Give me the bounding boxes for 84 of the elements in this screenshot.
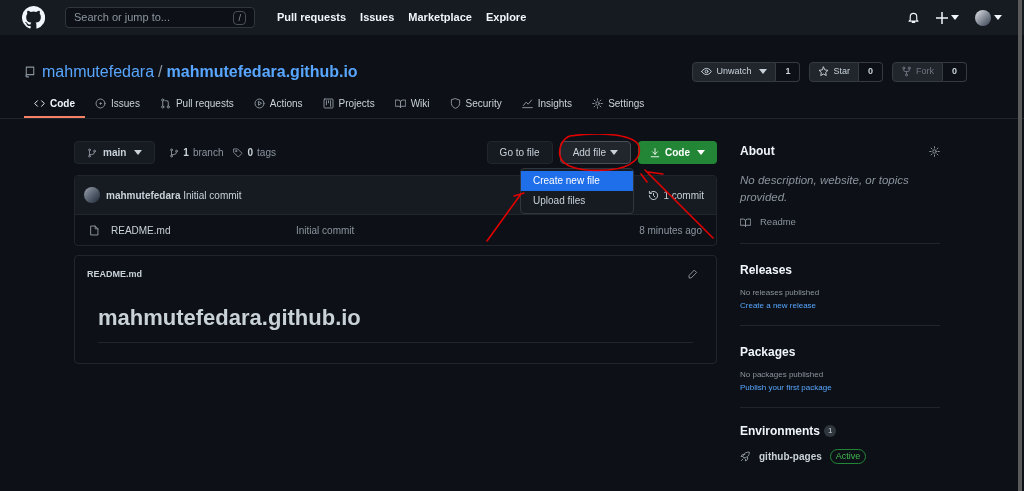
menu-item[interactable]: Upload files <box>521 191 633 211</box>
history-icon <box>648 189 660 201</box>
branch-icon <box>169 147 180 158</box>
nav-link[interactable]: Pull requests <box>277 9 347 26</box>
commit-summary: mahmutefedara Initial commit <box>106 188 242 203</box>
download-icon <box>650 147 660 158</box>
rocket-icon <box>740 451 751 463</box>
branch-icon <box>87 147 97 158</box>
nav-link[interactable]: Marketplace <box>408 9 472 26</box>
book-icon <box>394 97 406 109</box>
repo-owner-link[interactable]: mahmutefedara <box>42 59 155 84</box>
fork-icon <box>901 66 912 77</box>
gear-icon <box>592 97 604 109</box>
go-to-file-button[interactable]: Go to file <box>486 141 553 164</box>
section-title: Environments <box>740 423 820 441</box>
file-name-link[interactable]: README.md <box>111 222 296 238</box>
repo-tab[interactable]: Insights <box>511 90 583 118</box>
repo-action-button[interactable]: Star <box>809 61 859 82</box>
repo-tab[interactable]: Pull requests <box>149 90 244 118</box>
repo-action-count: 0 <box>943 61 967 82</box>
readme-heading: mahmutefedara.github.io <box>98 293 693 343</box>
caret-icon <box>759 69 768 74</box>
section-note: No releases published <box>740 288 821 299</box>
octocat-logo[interactable] <box>22 6 45 29</box>
gear-icon <box>929 145 940 157</box>
tag-icon <box>233 147 244 158</box>
nav-link[interactable]: Issues <box>360 9 395 26</box>
section-link[interactable]: Create a new release <box>740 301 940 312</box>
caret-icon <box>994 15 1002 20</box>
section-title: About <box>740 143 775 160</box>
menu-item[interactable]: Create new file <box>521 171 633 191</box>
environment-link[interactable]: github-pages <box>759 449 822 465</box>
star-icon <box>818 66 830 77</box>
issue-icon <box>95 97 106 109</box>
section-note: No packages published <box>740 370 825 381</box>
branch-selector[interactable]: main <box>74 141 156 164</box>
caret-icon <box>697 150 705 155</box>
readme-filename: README.md <box>87 267 142 281</box>
avatar <box>84 187 100 203</box>
search-placeholder: Search or jump to... <box>74 10 170 26</box>
readme-link[interactable]: Readme <box>740 215 940 230</box>
section-title: Releases <box>740 262 794 279</box>
repo-tab[interactable]: Issues <box>85 90 150 118</box>
section-link[interactable]: Publish your first package <box>740 383 940 394</box>
eye-icon <box>701 66 713 77</box>
pencil-icon <box>687 269 698 280</box>
nav-link[interactable]: Explore <box>485 9 527 26</box>
plus-icon[interactable] <box>936 11 959 24</box>
repo-action-count: 1 <box>776 61 801 82</box>
repo-action-count: 0 <box>858 61 883 82</box>
repo-tab[interactable]: Security <box>439 90 512 118</box>
about-description: No description, website, or topics provided. <box>740 173 910 205</box>
project-icon <box>322 97 334 109</box>
pull-request-icon <box>159 97 171 109</box>
caret-icon <box>610 150 618 155</box>
book-icon <box>740 216 751 228</box>
shield-icon <box>449 97 461 109</box>
repo-action-button[interactable]: Unwatch <box>692 61 777 82</box>
repo-tab[interactable]: Projects <box>312 90 385 118</box>
repo-tab[interactable]: Actions <box>243 90 313 118</box>
file-time: 8 minutes ago <box>639 223 702 238</box>
tags-link[interactable]: 0 tags <box>233 145 276 160</box>
section-title: Packages <box>740 344 797 361</box>
branches-link[interactable]: 1 branch <box>169 145 224 160</box>
file-commit-message[interactable]: Initial commit <box>296 222 355 238</box>
graph-icon <box>521 97 533 109</box>
play-icon <box>253 97 265 109</box>
code-icon <box>34 97 45 109</box>
shortcut-key: / <box>233 10 246 25</box>
bell-icon <box>907 11 920 24</box>
file-icon <box>89 224 100 236</box>
search-field[interactable]: Search or jump to... / <box>65 7 255 28</box>
repo-tab[interactable]: Settings <box>582 90 655 118</box>
code-button[interactable]: Code <box>638 141 717 164</box>
repo-name-link[interactable]: mahmutefedara.github.io <box>166 59 358 84</box>
caret-icon <box>134 150 143 155</box>
path-separator: / <box>158 61 163 82</box>
repo-tab[interactable]: Wiki <box>384 90 440 118</box>
add-file-button[interactable]: Add file <box>559 141 631 164</box>
avatar-menu[interactable] <box>975 9 1002 26</box>
caret-icon <box>951 15 959 20</box>
count-badge: 1 <box>824 425 837 438</box>
repo-tab[interactable]: Code <box>24 90 85 118</box>
repo-icon <box>24 65 36 78</box>
